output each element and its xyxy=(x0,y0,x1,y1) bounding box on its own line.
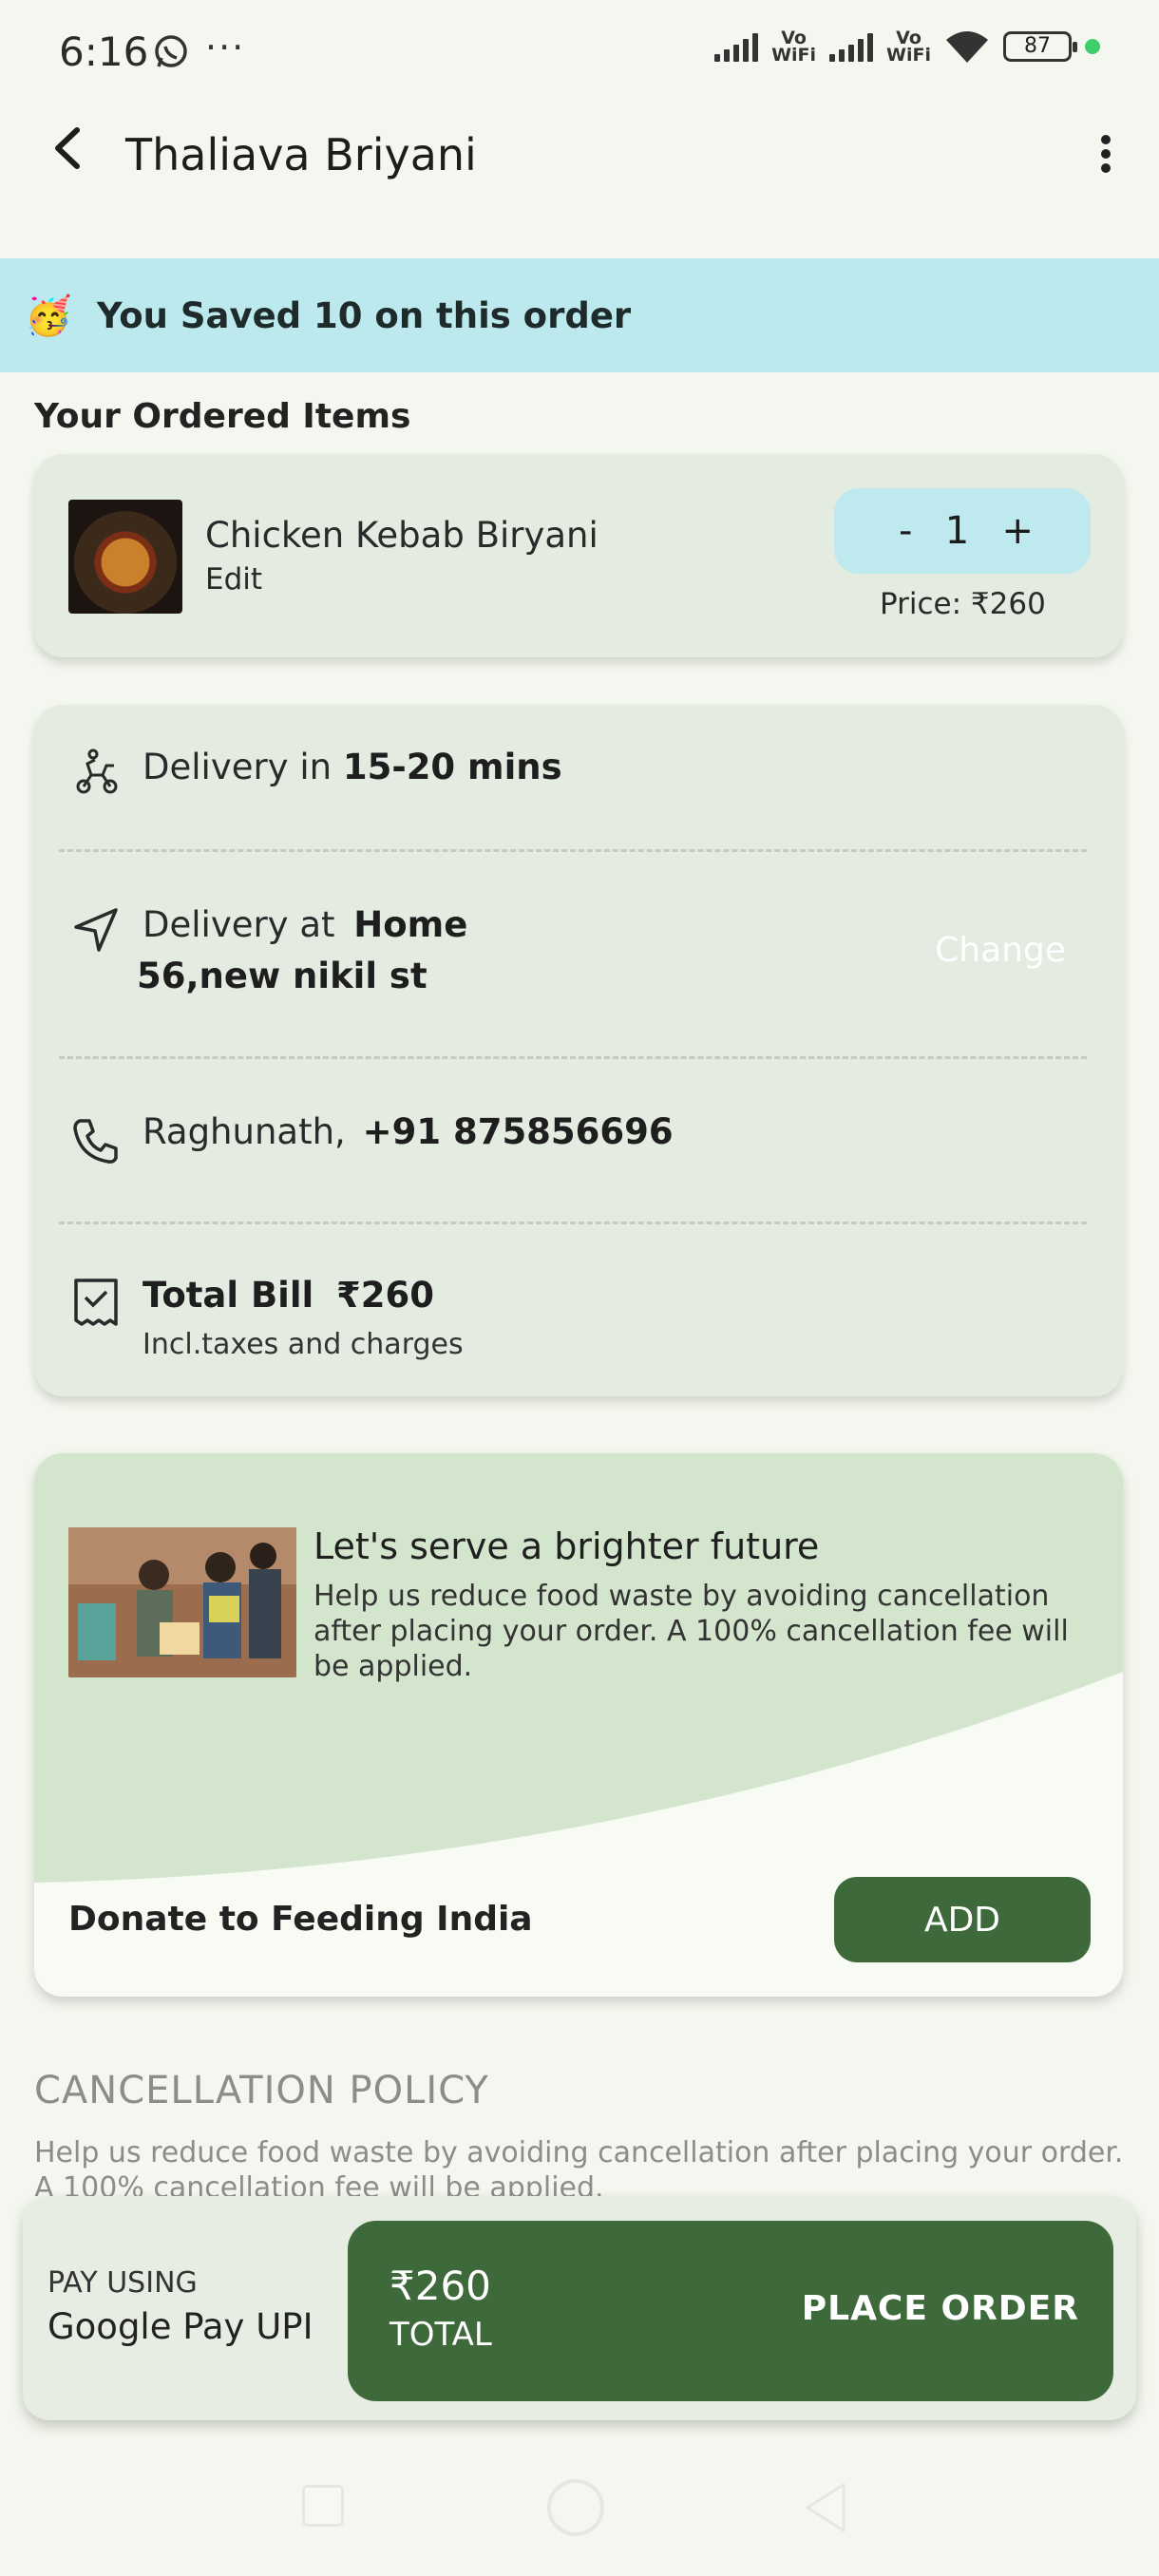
donation-title: Let's serve a brighter future xyxy=(314,1525,820,1567)
notification-more: ··· xyxy=(205,27,246,68)
battery-indicator: 87 xyxy=(1003,31,1077,62)
item-name: Chicken Kebab Biryani xyxy=(205,515,598,556)
vowifi-label: Vo WiFi xyxy=(886,28,931,66)
cancellation-policy-title: CANCELLATION POLICY xyxy=(34,2069,489,2112)
order-details-card: Delivery in 15-20 mins Delivery at Home … xyxy=(34,705,1123,1396)
contact-phone: +91 875856696 xyxy=(362,1111,674,1152)
delivery-place: Home xyxy=(353,904,468,945)
donation-description: Help us reduce food waste by avoiding ca… xyxy=(314,1580,1069,1683)
add-donation-button[interactable]: ADD xyxy=(834,1877,1091,1962)
vowifi-label: Vo WiFi xyxy=(771,28,817,66)
navigation-arrow-icon xyxy=(70,904,122,956)
order-item-card: Chicken Kebab Biryani Edit - 1 + Price: … xyxy=(34,454,1123,657)
delivery-time-prefix: Delivery in xyxy=(142,747,332,787)
back-nav-button[interactable] xyxy=(804,2481,847,2534)
quantity-value: 1 xyxy=(944,509,970,553)
signal-icon xyxy=(714,31,759,62)
divider xyxy=(59,1222,1087,1224)
payment-method[interactable]: Google Pay UPI xyxy=(48,2306,314,2347)
savings-banner: 🥳 You Saved 10 on this order xyxy=(0,258,1159,372)
party-icon: 🥳 xyxy=(25,294,72,338)
delivery-time-row: Delivery in 15-20 mins xyxy=(142,747,562,787)
recents-nav-button[interactable] xyxy=(302,2485,344,2527)
total-bill-amount: ₹260 xyxy=(335,1275,434,1316)
page-title: Thaliava Briyani xyxy=(125,129,477,180)
back-arrow-icon xyxy=(55,127,80,169)
delivery-at-prefix: Delivery at xyxy=(142,904,335,945)
item-price: Price: ₹260 xyxy=(880,587,1046,621)
status-icons: Vo WiFi Vo WiFi 87 xyxy=(714,28,1100,65)
change-address-button[interactable]: Change xyxy=(935,931,1066,970)
ordered-items-title: Your Ordered Items xyxy=(34,397,411,436)
donation-card: Let's serve a brighter future Help us re… xyxy=(34,1453,1123,1997)
signal-icon xyxy=(829,31,874,62)
place-order-label: PLACE ORDER xyxy=(801,2289,1079,2328)
quantity-stepper: - 1 + xyxy=(834,488,1091,574)
home-nav-button[interactable] xyxy=(547,2479,604,2536)
divider xyxy=(59,849,1087,852)
wifi-icon xyxy=(946,31,988,63)
divider xyxy=(59,1056,1087,1059)
payment-bar: PAY USING Google Pay UPI ₹260 TOTAL PLAC… xyxy=(23,2196,1136,2420)
back-button[interactable] xyxy=(42,123,91,173)
donation-label: Donate to Feeding India xyxy=(68,1900,533,1939)
order-total-amount: ₹260 xyxy=(390,2263,491,2309)
edit-item-link[interactable]: Edit xyxy=(205,562,262,597)
biryani-image xyxy=(68,500,182,614)
place-order-button[interactable]: ₹260 TOTAL PLACE ORDER xyxy=(348,2221,1113,2401)
delivery-address: 56,new nikil st xyxy=(137,956,428,996)
increase-quantity-button[interactable]: + xyxy=(1001,509,1034,553)
whatsapp-icon xyxy=(152,32,190,70)
pay-using-label[interactable]: PAY USING xyxy=(48,2266,198,2300)
receipt-icon xyxy=(70,1277,122,1332)
savings-text: You Saved 10 on this order xyxy=(96,294,632,336)
children-photo xyxy=(68,1527,296,1677)
cancellation-policy-text: Help us reduce food waste by avoiding ca… xyxy=(34,2136,1124,2196)
privacy-dot xyxy=(1085,39,1100,54)
delivery-time-value: 15-20 mins xyxy=(342,747,562,787)
status-time: 6:16 xyxy=(59,28,149,75)
total-bill-label: Total Bill xyxy=(142,1275,314,1316)
more-vert-icon[interactable] xyxy=(1087,129,1125,179)
phone-icon xyxy=(70,1115,122,1166)
total-bill-note: Incl.taxes and charges xyxy=(142,1328,464,1361)
delivery-scooter-icon xyxy=(70,747,122,798)
delivery-location-row: Delivery at Home xyxy=(142,904,467,945)
contact-row: Raghunath, +91 875856696 xyxy=(142,1111,674,1152)
decrease-quantity-button[interactable]: - xyxy=(899,509,912,553)
contact-name: Raghunath, xyxy=(142,1111,346,1152)
total-bill-row: Total Bill ₹260 xyxy=(142,1275,434,1316)
order-total-label: TOTAL xyxy=(390,2316,492,2354)
